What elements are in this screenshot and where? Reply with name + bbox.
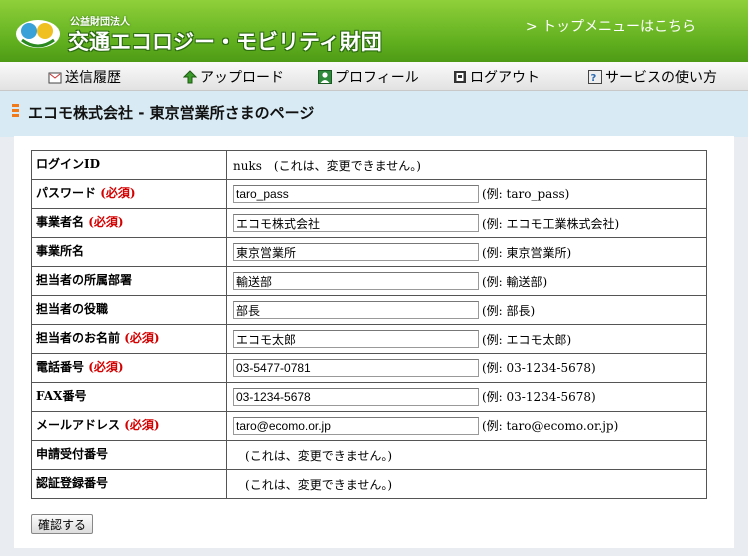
profile-form: ログインID nuks (これは、変更できません。) パスワード (必須) (例… — [31, 150, 707, 499]
required-mark: (必須) — [100, 186, 136, 200]
person-name-input[interactable] — [233, 330, 479, 348]
nav-upload[interactable]: アップロード — [183, 67, 284, 87]
person-name-example: (例: エコモ太郎) — [482, 332, 572, 347]
row-password: パスワード (必須) (例: taro_pass) — [31, 179, 707, 209]
page-title: エコモ株式会社 - 東京営業所さまのページ — [28, 104, 315, 122]
heading-bars-icon — [12, 104, 19, 119]
row-office: 事業所名 (例: 東京営業所) — [31, 237, 707, 267]
department-input[interactable] — [233, 272, 479, 290]
person-name-label: 担当者のお名前 — [36, 331, 121, 345]
nav-send-history[interactable]: 送信履歴 — [48, 67, 121, 87]
department-label: 担当者の所属部署 — [31, 266, 227, 296]
fax-label: FAX番号 — [31, 382, 227, 412]
org-name: 交通エコロジー・モビリティ財団 — [68, 30, 382, 54]
nav-label: サービスの使い方 — [605, 70, 717, 86]
nav-logout[interactable]: ログアウト — [453, 67, 540, 87]
send-history-icon — [48, 72, 62, 84]
login-id-label: ログインID — [31, 150, 227, 180]
nav-label: ログアウト — [470, 70, 540, 86]
login-id-note: (これは、変更できません。) — [273, 158, 421, 173]
svg-text:?: ? — [591, 73, 597, 84]
certification-no-note: (これは、変更できません。) — [245, 477, 393, 492]
upload-icon — [183, 70, 197, 84]
password-input[interactable] — [233, 185, 479, 203]
row-email: メールアドレス (必須) (例: taro@ecomo.or.jp) — [31, 411, 707, 441]
position-label: 担当者の役職 — [31, 295, 227, 325]
nav-label: プロフィール — [335, 70, 419, 86]
certification-no-label: 認証登録番号 — [31, 469, 227, 499]
phone-example: (例: 03-1234-5678) — [482, 361, 596, 375]
top-menu-link[interactable]: > トップメニューはこちら — [526, 16, 696, 36]
profile-icon — [318, 70, 332, 84]
row-person-name: 担当者のお名前 (必須) (例: エコモ太郎) — [31, 324, 707, 354]
fax-example: (例: 03-1234-5678) — [482, 390, 596, 404]
help-icon: ? — [588, 70, 602, 84]
row-position: 担当者の役職 (例: 部長) — [31, 295, 707, 325]
email-input[interactable] — [233, 417, 479, 435]
main-nav: 送信履歴 アップロード プロフィール ログアウト ? サービスの使い方 — [0, 62, 748, 91]
application-no-label: 申請受付番号 — [31, 440, 227, 470]
row-department: 担当者の所属部署 (例: 輸送部) — [31, 266, 707, 296]
application-no-note: (これは、変更できません。) — [245, 448, 393, 463]
row-certification-no: 認証登録番号 (これは、変更できません。) — [31, 469, 707, 499]
phone-label: 電話番号 — [36, 360, 85, 374]
row-login-id: ログインID nuks (これは、変更できません。) — [31, 150, 707, 180]
password-label: パスワード — [36, 186, 97, 200]
ecomo-logo-icon — [16, 20, 60, 48]
position-input[interactable] — [233, 301, 479, 319]
email-label: メールアドレス — [36, 418, 121, 432]
office-label: 事業所名 — [31, 237, 227, 267]
company-example: (例: エコモ工業株式会社) — [482, 216, 620, 231]
email-example: (例: taro@ecomo.or.jp) — [482, 419, 619, 433]
row-phone: 電話番号 (必須) (例: 03-1234-5678) — [31, 353, 707, 383]
required-mark: (必須) — [88, 215, 124, 229]
company-label: 事業者名 — [36, 215, 85, 229]
row-fax: FAX番号 (例: 03-1234-5678) — [31, 382, 707, 412]
nav-label: アップロード — [200, 70, 284, 86]
office-example: (例: 東京営業所) — [482, 245, 572, 260]
required-mark: (必須) — [124, 418, 160, 432]
nav-label: 送信履歴 — [65, 70, 121, 86]
office-input[interactable] — [233, 243, 479, 261]
confirm-button[interactable]: 確認する — [31, 514, 94, 534]
required-mark: (必須) — [88, 360, 124, 374]
fax-input[interactable] — [233, 388, 479, 406]
page-heading-bar: エコモ株式会社 - 東京営業所さまのページ — [0, 91, 748, 137]
site-header: 公益財団法人 交通エコロジー・モビリティ財団 > トップメニューはこちら — [0, 0, 748, 62]
row-application-no: 申請受付番号 (これは、変更できません。) — [31, 440, 707, 470]
required-mark: (必須) — [124, 331, 160, 345]
login-id-value: nuks — [233, 158, 262, 173]
nav-profile[interactable]: プロフィール — [318, 67, 419, 87]
profile-form-panel: ログインID nuks (これは、変更できません。) パスワード (必須) (例… — [14, 136, 734, 548]
company-input[interactable] — [233, 214, 479, 232]
phone-input[interactable] — [233, 359, 479, 377]
password-example: (例: taro_pass) — [482, 187, 570, 201]
nav-help[interactable]: ? サービスの使い方 — [588, 67, 717, 87]
department-example: (例: 輸送部) — [482, 274, 548, 289]
position-example: (例: 部長) — [482, 303, 536, 318]
row-company: 事業者名 (必須) (例: エコモ工業株式会社) — [31, 208, 707, 238]
logout-icon — [454, 71, 466, 83]
